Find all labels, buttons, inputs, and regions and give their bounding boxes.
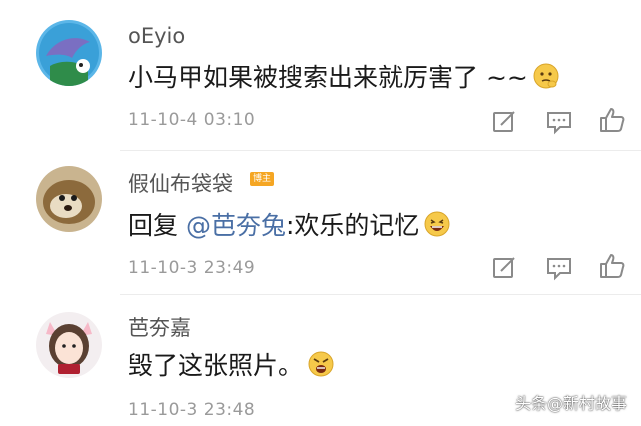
angry-emoji-icon: [307, 350, 335, 378]
thinking-emoji-icon: [532, 62, 560, 90]
edit-button[interactable]: [490, 108, 518, 136]
edit-icon: [493, 257, 515, 278]
edit-button[interactable]: [490, 254, 518, 282]
avatar-girl-icon: [36, 312, 102, 378]
mention-link[interactable]: @芭夯兔: [186, 211, 286, 240]
comment-item: oEyio 小马甲如果被搜索出来就厉害了 ~~ 11-10-4 03:10: [0, 0, 641, 140]
watermark: 头条@新村故事: [514, 394, 627, 413]
comment-button[interactable]: [545, 108, 573, 136]
comment-icon: [547, 112, 571, 135]
comment-username[interactable]: oEyio: [128, 24, 185, 48]
edit-icon: [493, 111, 515, 132]
comment-body: :欢乐的记忆: [285, 211, 420, 240]
comment-text: 回复 @芭夯兔:欢乐的记忆: [128, 206, 451, 242]
avatar[interactable]: [36, 312, 102, 378]
comment-item: 假仙布袋袋 博主 回复 @芭夯兔:欢乐的记忆 11-10-3 23:49: [0, 150, 641, 290]
comment-username[interactable]: 假仙布袋袋: [128, 168, 233, 198]
comment-body: 小马甲如果被搜索出来就厉害了 ~~: [128, 63, 528, 92]
comment-timestamp: 11-10-3 23:48: [128, 400, 256, 420]
like-button[interactable]: [598, 252, 626, 280]
avatar-dog-icon: [36, 166, 102, 232]
comment-button[interactable]: [545, 254, 573, 282]
comment-text: 小马甲如果被搜索出来就厉害了 ~~: [128, 58, 560, 94]
username-label: 假仙布袋袋: [128, 172, 233, 196]
comment-timestamp: 11-10-3 23:49: [128, 258, 256, 278]
comment-username[interactable]: 芭夯嘉: [128, 312, 191, 342]
comment-text: 毁了这张照片。: [128, 346, 335, 382]
avatar[interactable]: [36, 20, 102, 86]
comment-timestamp: 11-10-4 03:10: [128, 110, 256, 130]
laughing-emoji-icon: [423, 210, 451, 238]
comment-body: 毁了这张照片。: [128, 351, 304, 380]
like-button[interactable]: [598, 106, 626, 134]
like-icon: [600, 108, 625, 132]
like-icon: [600, 254, 625, 278]
avatar-dolphin-icon: [36, 20, 102, 86]
author-badge: 博主: [250, 172, 275, 186]
comment-icon: [547, 258, 571, 281]
avatar[interactable]: [36, 166, 102, 232]
reply-prefix: 回复: [128, 211, 186, 240]
